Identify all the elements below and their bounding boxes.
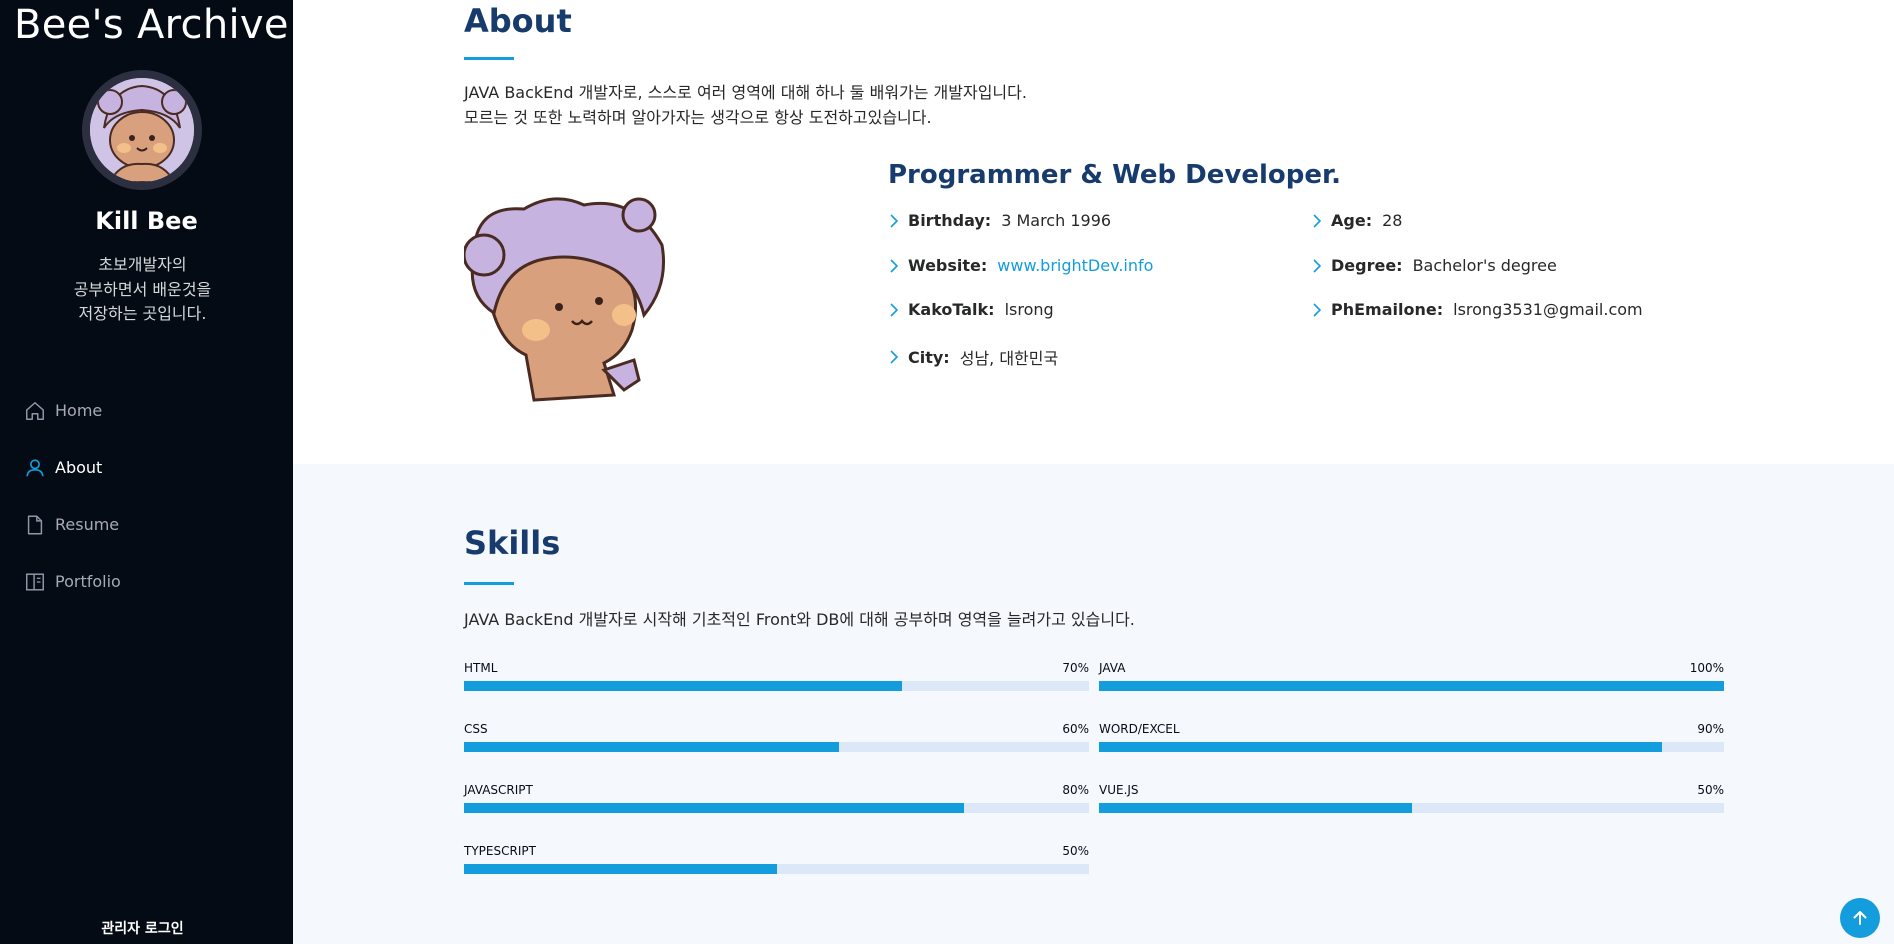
progress-track (1099, 803, 1724, 813)
skills-title-underline (464, 582, 514, 585)
info-website: Website: www.brightDev.info (888, 256, 1153, 275)
chevron-right-icon (888, 349, 900, 365)
arrow-up-icon (1853, 911, 1867, 925)
profile-description: 초보개발자의 공부하면서 배운것을 저장하는 곳입니다. (73, 255, 212, 323)
progress-fill (464, 803, 964, 813)
info-label: Birthday: (908, 211, 992, 230)
info-value: lsrong3531@gmail.com (1453, 300, 1643, 319)
info-label: Age: (1331, 211, 1373, 230)
progress-track (1099, 742, 1724, 752)
skill-percent: 80% (1062, 783, 1089, 797)
about-section: About JAVA BackEnd 개발자로, 스스로 여러 영역에 대해 하… (293, 0, 1894, 464)
info-value: 성남, 대한민국 (959, 349, 1059, 368)
skill-percent: 50% (1062, 844, 1089, 858)
chevron-right-icon (1311, 258, 1323, 274)
about-title: About (464, 2, 572, 40)
nav-item-about[interactable]: About (24, 439, 121, 496)
progress-track (464, 803, 1089, 813)
progress-track (464, 742, 1089, 752)
site-title[interactable]: Bee's Archive (14, 2, 289, 48)
skill-typescript: TYPESCRIPT 50% (464, 844, 1089, 874)
info-value: 28 (1382, 211, 1403, 230)
info-label: KakoTalk: (908, 300, 995, 319)
progress-track (464, 864, 1089, 874)
admin-login-link[interactable]: 관리자 로그인 (0, 918, 285, 938)
back-to-top-button[interactable] (1840, 898, 1880, 938)
chevron-right-icon (888, 302, 900, 318)
skill-name: TYPESCRIPT (464, 844, 536, 858)
info-label: PhEmailone: (1331, 300, 1444, 319)
skill-name: WORD/EXCEL (1099, 722, 1180, 736)
info-age: Age: 28 (1311, 211, 1402, 230)
skill-name: VUE.JS (1099, 783, 1139, 797)
skill-vuejs: VUE.JS 50% (1099, 783, 1724, 813)
info-kakaotalk: KakoTalk: lsrong (888, 300, 1054, 319)
progress-track (464, 681, 1089, 691)
sidebar-nav: Home About Resume Portfolio (24, 382, 121, 610)
skills-section: Skills JAVA BackEnd 개발자로 시작해 기초적인 Front와… (293, 464, 1894, 944)
chevron-right-icon (888, 258, 900, 274)
nav-item-portfolio[interactable]: Portfolio (24, 553, 121, 610)
info-city: City: 성남, 대한민국 (888, 345, 1058, 369)
about-heading: Programmer & Web Developer. (888, 160, 1341, 190)
skill-css: CSS 60% (464, 722, 1089, 752)
book-icon (24, 571, 46, 593)
progress-track (1099, 681, 1724, 691)
avatar-illustration (90, 78, 194, 182)
nav-item-home[interactable]: Home (24, 382, 121, 439)
chevron-right-icon (888, 213, 900, 229)
info-email: PhEmailone: lsrong3531@gmail.com (1311, 300, 1643, 319)
progress-fill (464, 864, 777, 874)
info-label: Degree: (1331, 256, 1403, 275)
person-icon (24, 457, 46, 479)
profile-avatar (82, 70, 202, 190)
skill-java: JAVA 100% (1099, 661, 1724, 691)
skill-percent: 50% (1697, 783, 1724, 797)
file-icon (24, 514, 46, 536)
info-value: lsrong (1004, 300, 1054, 319)
chevron-right-icon (1311, 213, 1323, 229)
progress-fill (1099, 742, 1662, 752)
nav-item-label: Portfolio (55, 572, 121, 591)
skill-name: JAVA (1099, 661, 1126, 675)
info-value: Bachelor's degree (1412, 256, 1557, 275)
about-illustration (464, 195, 669, 405)
skill-percent: 60% (1062, 722, 1089, 736)
skill-percent: 90% (1697, 722, 1724, 736)
skills-title: Skills (464, 524, 561, 562)
website-link[interactable]: www.brightDev.info (997, 256, 1153, 275)
skill-percent: 70% (1062, 661, 1089, 675)
home-icon (24, 400, 46, 422)
info-label: City: (908, 347, 950, 367)
skill-name: HTML (464, 661, 498, 675)
profile-name: Kill Bee (95, 207, 198, 235)
skills-description: JAVA BackEnd 개발자로 시작해 기초적인 Front와 DB에 대해… (464, 610, 1135, 629)
skill-percent: 100% (1689, 661, 1724, 675)
info-label: Website: (908, 256, 988, 275)
progress-fill (464, 742, 839, 752)
info-birthday: Birthday: 3 March 1996 (888, 211, 1111, 230)
skill-word-excel: WORD/EXCEL 90% (1099, 722, 1724, 752)
info-value: 3 March 1996 (1001, 211, 1112, 230)
chevron-right-icon (1311, 302, 1323, 318)
nav-item-label: Resume (55, 515, 120, 534)
nav-item-label: About (55, 458, 103, 477)
progress-fill (464, 681, 902, 691)
about-description: JAVA BackEnd 개발자로, 스스로 여러 영역에 대해 하나 둘 배워… (464, 83, 1027, 127)
info-degree: Degree: Bachelor's degree (1311, 256, 1557, 275)
about-title-underline (464, 57, 514, 60)
nav-item-resume[interactable]: Resume (24, 496, 121, 553)
skill-name: JAVASCRIPT (464, 783, 533, 797)
skill-html: HTML 70% (464, 661, 1089, 691)
progress-fill (1099, 803, 1412, 813)
progress-fill (1099, 681, 1724, 691)
skill-name: CSS (464, 722, 488, 736)
skill-javascript: JAVASCRIPT 80% (464, 783, 1089, 813)
sidebar: Bee's Archive Kill Bee 초보개발자의 공부하면서 배운것을… (0, 0, 293, 944)
nav-item-label: Home (55, 401, 103, 420)
